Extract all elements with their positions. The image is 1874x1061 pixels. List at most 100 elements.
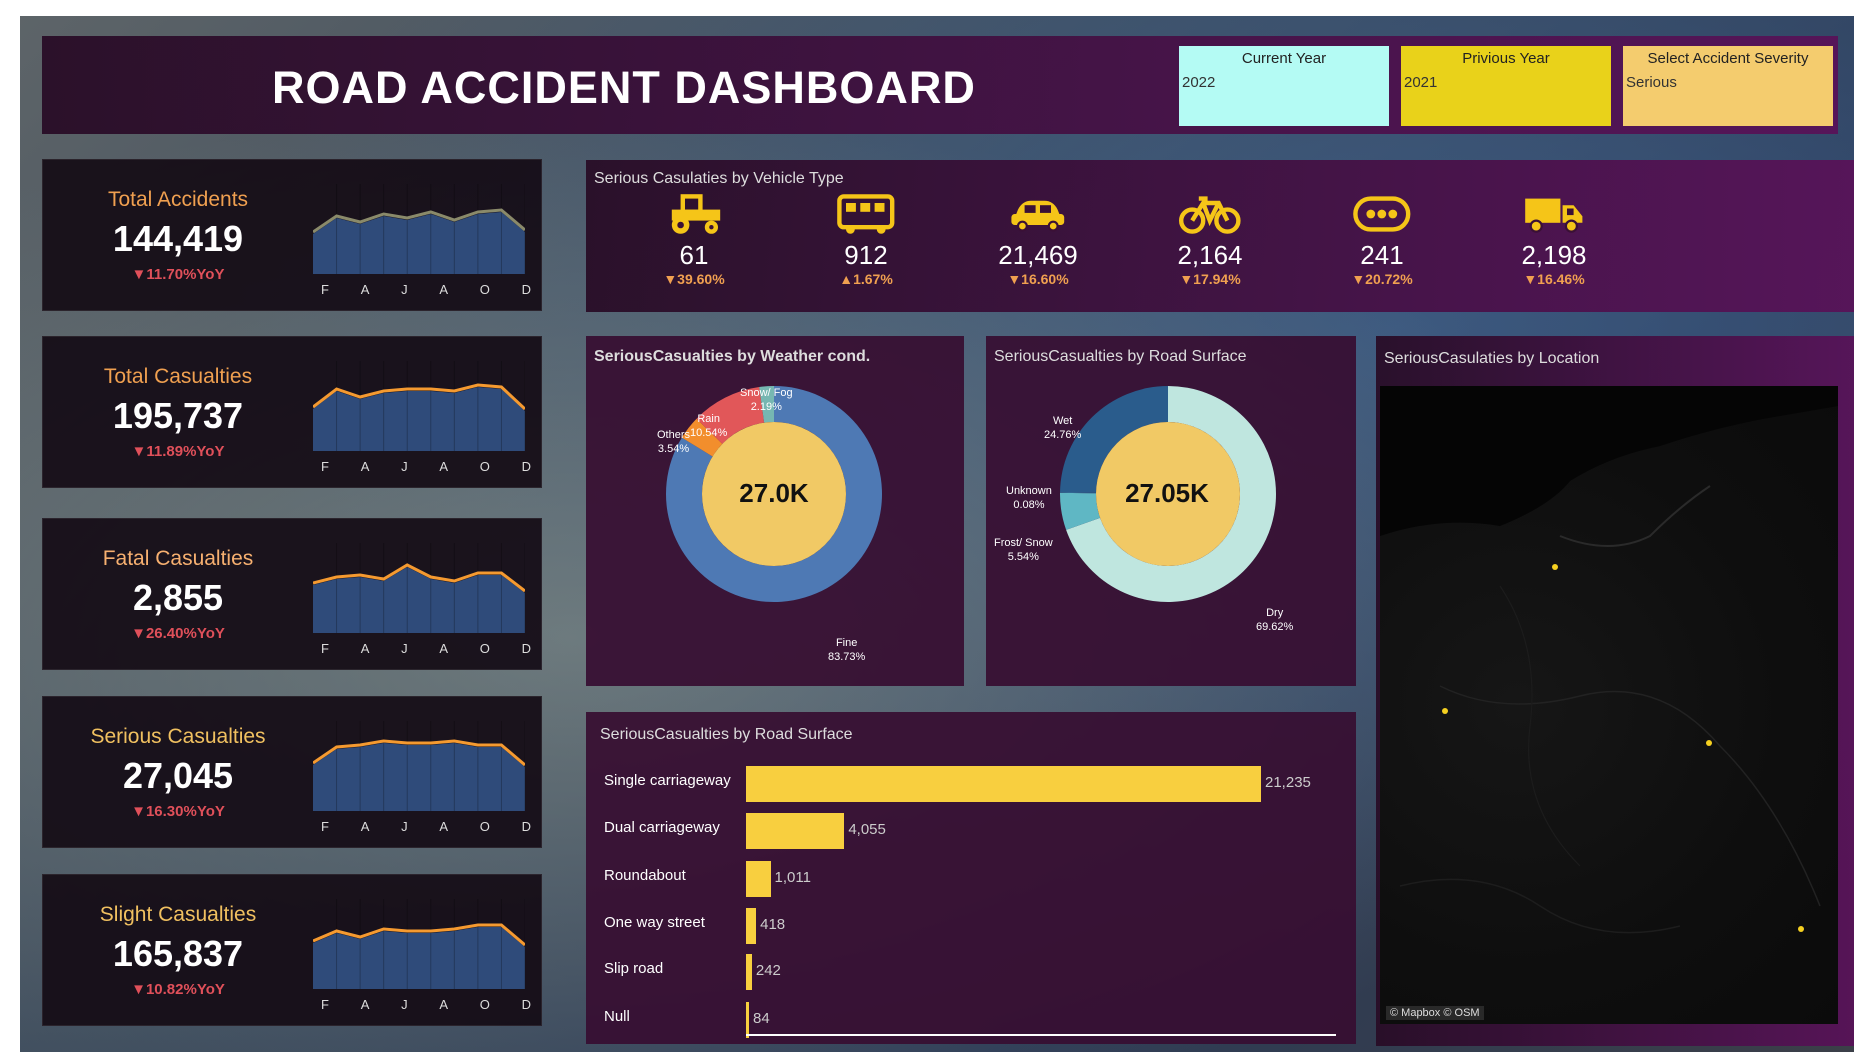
vehicle-item: 21,469 ▼16.60% <box>958 192 1118 287</box>
month-tick: D <box>521 819 531 834</box>
bus-icon <box>786 192 946 236</box>
kpi-value: 165,837 <box>112 933 244 974</box>
month-tick: A <box>360 459 370 474</box>
current-year-filter[interactable]: Current Year 2022 <box>1179 46 1389 126</box>
surface-label-dry: Dry 69.62% <box>1256 607 1294 633</box>
bar-category-label: One way street <box>604 914 705 931</box>
vehicle-type-panel: Serious Casulaties by Vehicle Type 61 ▼39… <box>586 160 1854 312</box>
bar-value-label: 1,011 <box>774 869 811 886</box>
map-panel-title: SeriousCasulaties by Location <box>1384 350 1600 367</box>
kpi-yoy: ▼26.40%YoY <box>131 625 225 642</box>
month-tick: A <box>360 819 370 834</box>
bar-value-label: 418 <box>760 916 786 933</box>
weather-label-others: Others 3.54% <box>657 429 691 455</box>
month-tick: A <box>360 641 370 656</box>
dashboard-background: ROAD ACCIDENT DASHBOARD Current Year 202… <box>20 16 1854 1052</box>
vehicle-panel-title: Serious Casulaties by Vehicle Type <box>594 170 844 187</box>
surface-center-total: 27.05K <box>1125 478 1209 508</box>
other-vehicle-icon <box>1302 192 1462 236</box>
map-location-dot[interactable] <box>1706 740 1712 746</box>
weather-label-snowfog: Snow/ Fog 2.19% <box>740 387 793 413</box>
header-bar: ROAD ACCIDENT DASHBOARD Current Year 202… <box>42 36 1838 134</box>
weather-donut-panel: SeriousCasualties by Weather cond. 27.0K… <box>586 336 964 686</box>
month-tick: F <box>321 641 329 656</box>
bar-category-label: Single carriageway <box>604 772 731 789</box>
month-tick: A <box>360 282 370 297</box>
kpi-sparkline <box>313 184 525 274</box>
kpi-label: Total Accidents <box>107 188 249 211</box>
page-title: ROAD ACCIDENT DASHBOARD <box>272 62 976 113</box>
map-location-dot[interactable] <box>1552 564 1558 570</box>
month-tick: D <box>521 641 531 656</box>
map-terrain <box>1380 386 1838 934</box>
van-icon <box>1474 192 1634 236</box>
bar-category-label: Roundabout <box>604 867 686 884</box>
bar-value-label: 4,055 <box>848 821 886 838</box>
map-location-dot[interactable] <box>1798 926 1804 932</box>
month-tick: A <box>439 282 448 297</box>
bar-mark[interactable] <box>746 908 757 944</box>
car-icon <box>958 192 1118 236</box>
bar-mark[interactable] <box>746 1002 749 1038</box>
month-tick: A <box>439 459 448 474</box>
map-attribution: © Mapbox © OSM <box>1386 1006 1484 1020</box>
sparkline-area <box>313 212 525 274</box>
month-tick: F <box>321 819 329 834</box>
severity-value[interactable]: Serious <box>1626 74 1677 91</box>
vehicle-yoy: ▼16.46% <box>1523 271 1585 287</box>
kpi-sparkline <box>313 899 525 989</box>
previous-year-value[interactable]: 2021 <box>1404 74 1437 91</box>
bar-category-label: Slip road <box>604 960 664 977</box>
sparkline-area <box>313 927 525 989</box>
kpi-month-axis: FAJAOD <box>321 459 531 474</box>
month-tick: F <box>321 459 329 474</box>
kpi-label: Fatal Casualties <box>102 547 254 570</box>
month-tick: J <box>401 641 408 656</box>
kpi-yoy: ▼11.70%YoY <box>131 266 225 283</box>
vehicle-yoy: ▼16.60% <box>1007 271 1069 287</box>
bar-category-label: Dual carriageway <box>604 819 720 836</box>
kpi-month-axis: FAJAOD <box>321 997 531 1012</box>
bar-category-label: Null <box>604 1008 630 1025</box>
month-tick: D <box>521 282 531 297</box>
month-tick: A <box>439 641 448 656</box>
vehicle-yoy: ▼17.94% <box>1179 271 1241 287</box>
kpi-yoy: ▼16.30%YoY <box>131 803 225 820</box>
surface-label-unknown: Unknown 0.08% <box>1006 485 1052 511</box>
kpi-card-fatal-casualties: Fatal Casualties 2,855 ▼26.40%YoY F A J A O D <box>42 518 542 670</box>
vehicle-item: 241 ▼20.72% <box>1302 192 1462 287</box>
location-map[interactable]: © Mapbox © OSM <box>1380 386 1838 1024</box>
bar-mark[interactable] <box>746 861 771 897</box>
bar-mark[interactable] <box>746 954 752 990</box>
surface-label-frostsnow: Frost/ Snow 5.54% <box>994 537 1053 563</box>
bar-mark[interactable] <box>746 813 845 849</box>
vehicle-yoy: ▼39.60% <box>663 271 725 287</box>
map-location-dot[interactable] <box>1442 708 1448 714</box>
sparkline-area <box>313 743 525 811</box>
weather-label-fine: Fine 83.73% <box>828 637 866 663</box>
bar-value-label: 21,235 <box>1265 774 1311 791</box>
vehicle-item: 61 ▼39.60% <box>614 192 774 287</box>
previous-year-filter[interactable]: Privious Year 2021 <box>1401 46 1611 126</box>
current-year-value[interactable]: 2022 <box>1182 74 1215 91</box>
kpi-month-axis: FAJAOD <box>321 641 531 656</box>
bar-panel-title: SeriousCasualties by Road Surface <box>600 726 853 743</box>
kpi-card-total-accidents: Total Accidents 144,419 ▼11.70%YoY F A J A O D <box>42 159 542 311</box>
vehicle-value: 2,198 <box>1521 240 1587 270</box>
severity-filter[interactable]: Select Accident Severity Serious <box>1623 46 1833 126</box>
month-tick: J <box>401 282 408 297</box>
month-tick: F <box>321 282 329 297</box>
vehicle-item: 2,198 ▼16.46% <box>1474 192 1634 287</box>
month-tick: J <box>401 459 408 474</box>
bar-mark[interactable] <box>746 766 1261 802</box>
vehicle-item: 2,164 ▼17.94% <box>1130 192 1290 287</box>
sparkline-area <box>313 387 525 451</box>
vehicle-value: 21,469 <box>998 240 1078 270</box>
kpi-sparkline <box>313 721 525 811</box>
kpi-label: Total Casualties <box>103 365 253 388</box>
kpi-card-serious-casualties: Serious Casualties 27,045 ▼16.30%YoY F A J A O D <box>42 696 542 848</box>
month-tick: O <box>479 819 490 834</box>
month-tick: D <box>521 459 531 474</box>
tractor-icon <box>614 192 774 236</box>
month-tick: A <box>439 997 448 1012</box>
